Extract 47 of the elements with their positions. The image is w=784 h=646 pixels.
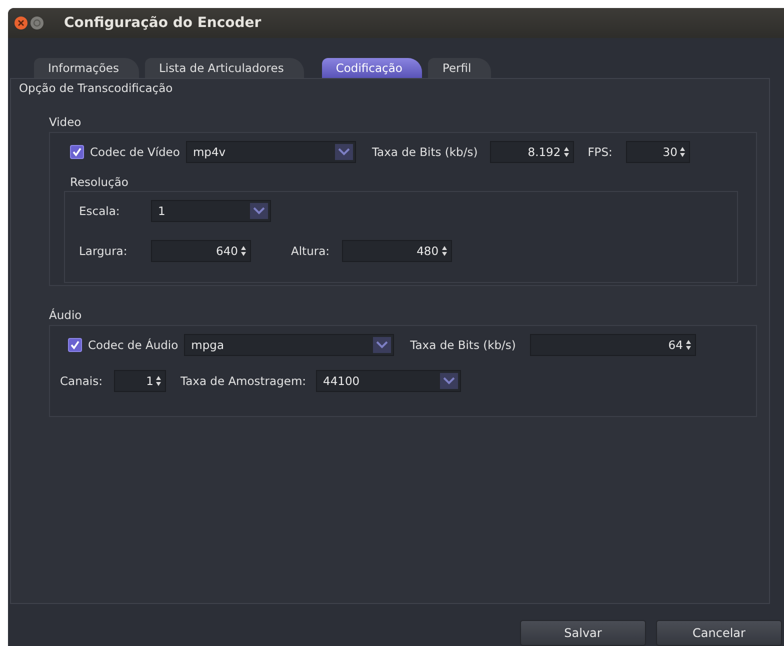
dialog-button[interactable]: Salvar xyxy=(520,620,646,646)
checkmark-icon xyxy=(72,147,82,157)
spin-arrows-icon xyxy=(440,245,448,257)
sample-rate-dropdown[interactable]: 44100 xyxy=(316,370,462,392)
spin-arrows-icon xyxy=(562,146,570,158)
field-label: FPS: xyxy=(588,145,612,159)
spin-box[interactable]: 8.192 xyxy=(490,141,574,163)
spin-arrows-icon xyxy=(240,245,247,257)
chevron-down-icon xyxy=(373,337,392,353)
scale-dropdown[interactable]: 1 xyxy=(151,200,271,222)
tab[interactable]: Lista de Articuladores xyxy=(144,58,304,78)
chevron-down-icon xyxy=(334,144,353,160)
dialog-button[interactable]: Cancelar xyxy=(656,620,782,646)
checkbox[interactable] xyxy=(68,338,82,352)
spin-arrows-icon xyxy=(155,375,162,387)
close-icon xyxy=(14,16,28,30)
checkbox[interactable] xyxy=(70,145,84,159)
field-label: Codec de Vídeo xyxy=(90,145,180,159)
codec-dropdown[interactable]: mpga xyxy=(184,334,394,356)
spin-arrows-icon xyxy=(684,339,692,351)
chevron-down-icon xyxy=(250,203,268,219)
codec-dropdown[interactable]: mp4v xyxy=(186,141,356,163)
field-label: Taxa de Bits (kb/s) xyxy=(410,338,516,352)
group-title: Resolução xyxy=(70,175,128,189)
spin-box[interactable]: 1 xyxy=(114,370,166,392)
field-label: Largura: xyxy=(79,244,128,258)
field-label: Escala: xyxy=(79,204,121,218)
checkmark-icon xyxy=(70,340,80,350)
tab[interactable]: Perfil xyxy=(428,58,492,78)
minimize-icon xyxy=(30,16,44,30)
spin-box[interactable]: 64 xyxy=(530,334,696,356)
group-title: Video xyxy=(49,115,82,129)
field-label: Codec de Áudio xyxy=(88,338,178,352)
spin-box[interactable]: 640 xyxy=(151,240,251,262)
group-title: Áudio xyxy=(49,308,82,322)
section-title: Opção de Transcodificação xyxy=(19,81,174,95)
spin-box[interactable]: 30 xyxy=(626,141,690,163)
spin-box[interactable]: 480 xyxy=(342,240,452,262)
field-label: Taxa de Amostragem: xyxy=(180,374,306,388)
field-label: Altura: xyxy=(291,244,330,258)
tab[interactable]: Informações xyxy=(34,58,139,78)
spin-arrows-icon xyxy=(679,146,686,158)
field-label: Taxa de Bits (kb/s) xyxy=(372,145,478,159)
chevron-down-icon xyxy=(440,373,458,389)
field-label: Canais: xyxy=(60,374,102,388)
tab[interactable]: Codificação xyxy=(322,58,422,78)
window-title: Configuração do Encoder xyxy=(64,15,262,31)
